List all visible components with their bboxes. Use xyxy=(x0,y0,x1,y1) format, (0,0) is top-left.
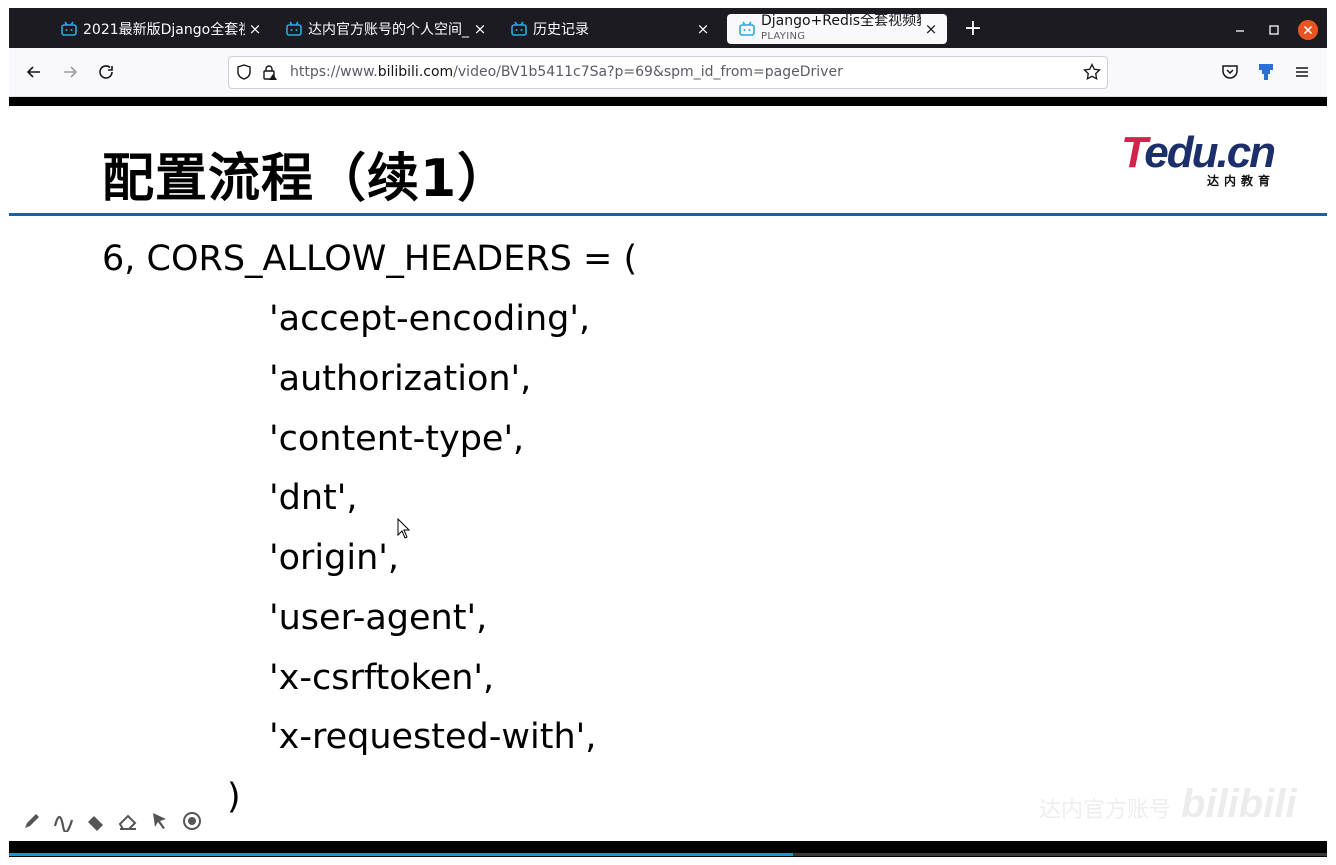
tab-strip: 2021最新版Django全套视 × 达内官方账号的个人空间_ × 历史记录 ×… xyxy=(9,8,1327,48)
pointer-icon[interactable] xyxy=(149,810,171,832)
tab-title: 2021最新版Django全套视 xyxy=(83,22,245,38)
reload-icon[interactable] xyxy=(94,60,118,84)
record-icon[interactable] xyxy=(181,810,203,832)
logo-brand: Tedu.cn xyxy=(1121,128,1276,177)
minimize-icon[interactable] xyxy=(1230,20,1250,40)
bilibili-watermark: 达内官方账号 bilibili xyxy=(1039,782,1297,827)
tab-close-icon[interactable]: × xyxy=(470,20,490,38)
tab-title: 历史记录 xyxy=(533,22,589,38)
tab-title: 达内官方账号的个人空间_ xyxy=(308,22,469,38)
new-tab-button[interactable]: + xyxy=(961,18,985,42)
url-path: /video/BV1b5411c7Sa?p=69&spm_id_from=pag… xyxy=(453,64,843,80)
code-line: 'authorization', xyxy=(269,359,532,399)
maximize-icon[interactable] xyxy=(1264,20,1284,40)
tab-history[interactable]: 历史记录 × xyxy=(499,14,719,44)
address-bar[interactable]: https://www.bilibili.com/video/BV1b5411c… xyxy=(228,56,1108,89)
highlighter-icon[interactable] xyxy=(85,810,107,832)
tab-label-stack: Django+Redis全套视频教 PLAYING xyxy=(761,14,921,44)
logo-subtitle: 达内教育 xyxy=(1206,174,1275,188)
menu-icon[interactable] xyxy=(1290,60,1314,84)
tab-django-redis-active[interactable]: Django+Redis全套视频教 PLAYING × xyxy=(727,14,947,44)
tab-close-icon[interactable]: × xyxy=(693,20,713,38)
mouse-cursor-icon xyxy=(397,518,411,539)
curve-icon[interactable] xyxy=(53,810,75,832)
url-text[interactable]: https://www.bilibili.com/video/BV1b5411c… xyxy=(290,64,843,80)
bilibili-favicon-icon xyxy=(511,21,527,36)
code-line: 'origin', xyxy=(269,538,400,578)
watermark-text: 达内官方账号 xyxy=(1039,798,1172,823)
bilibili-favicon-icon xyxy=(739,21,755,36)
bilibili-favicon-icon xyxy=(61,21,77,36)
lock-icon[interactable] xyxy=(261,63,279,81)
tab-tedu-space[interactable]: 达内官方账号的个人空间_ × xyxy=(274,14,496,44)
video-player[interactable]: 配置流程（续1） Tedu.cn 达内教育 6, CORS_ALLOW_HEAD… xyxy=(9,97,1327,857)
close-window-icon[interactable] xyxy=(1298,20,1318,40)
browser-window: 2021最新版Django全套视 × 达内官方账号的个人空间_ × 历史记录 ×… xyxy=(9,8,1327,857)
pocket-icon[interactable] xyxy=(1218,60,1242,84)
eraser-icon[interactable] xyxy=(117,810,139,832)
video-progress-bar[interactable] xyxy=(9,853,1327,856)
bookmark-star-icon[interactable] xyxy=(1083,63,1101,81)
tab-title: Django+Redis全套视频教 xyxy=(761,14,921,29)
tab-close-icon[interactable]: × xyxy=(245,20,265,38)
code-line: 'dnt', xyxy=(269,478,358,518)
url-host: bilibili.com xyxy=(377,64,454,80)
code-line: 'user-agent', xyxy=(269,598,488,638)
bilibili-favicon-icon xyxy=(286,21,302,36)
tab-playing-label: PLAYING xyxy=(761,31,806,42)
annotation-toolbar xyxy=(21,810,203,834)
back-arrow-icon[interactable] xyxy=(22,60,46,84)
code-line: 'x-requested-with', xyxy=(269,717,597,757)
title-divider xyxy=(9,213,1327,216)
tab-close-icon[interactable]: × xyxy=(921,20,941,38)
slide-title: 配置流程（续1） xyxy=(102,149,511,209)
tedu-logo: Tedu.cn 达内教育 xyxy=(1121,128,1281,190)
code-line: ) xyxy=(227,777,241,817)
code-line: 6, CORS_ALLOW_HEADERS = ( xyxy=(102,239,638,279)
url-prefix: https://www. xyxy=(290,64,378,80)
extension-icon[interactable] xyxy=(1254,60,1278,84)
watermark-brand: bilibili xyxy=(1181,782,1297,826)
code-line: 'content-type', xyxy=(269,419,525,459)
shield-icon[interactable] xyxy=(235,63,253,81)
code-line: 'x-csrftoken', xyxy=(269,658,495,698)
tab-django-course[interactable]: 2021最新版Django全套视 × xyxy=(49,14,271,44)
forward-arrow-icon[interactable] xyxy=(58,60,82,84)
code-line: 'accept-encoding', xyxy=(269,299,591,339)
pencil-icon[interactable] xyxy=(21,810,43,832)
slide: 配置流程（续1） Tedu.cn 达内教育 6, CORS_ALLOW_HEAD… xyxy=(9,106,1327,841)
video-progress-fill xyxy=(9,853,794,856)
navigation-toolbar: https://www.bilibili.com/video/BV1b5411c… xyxy=(9,48,1327,97)
